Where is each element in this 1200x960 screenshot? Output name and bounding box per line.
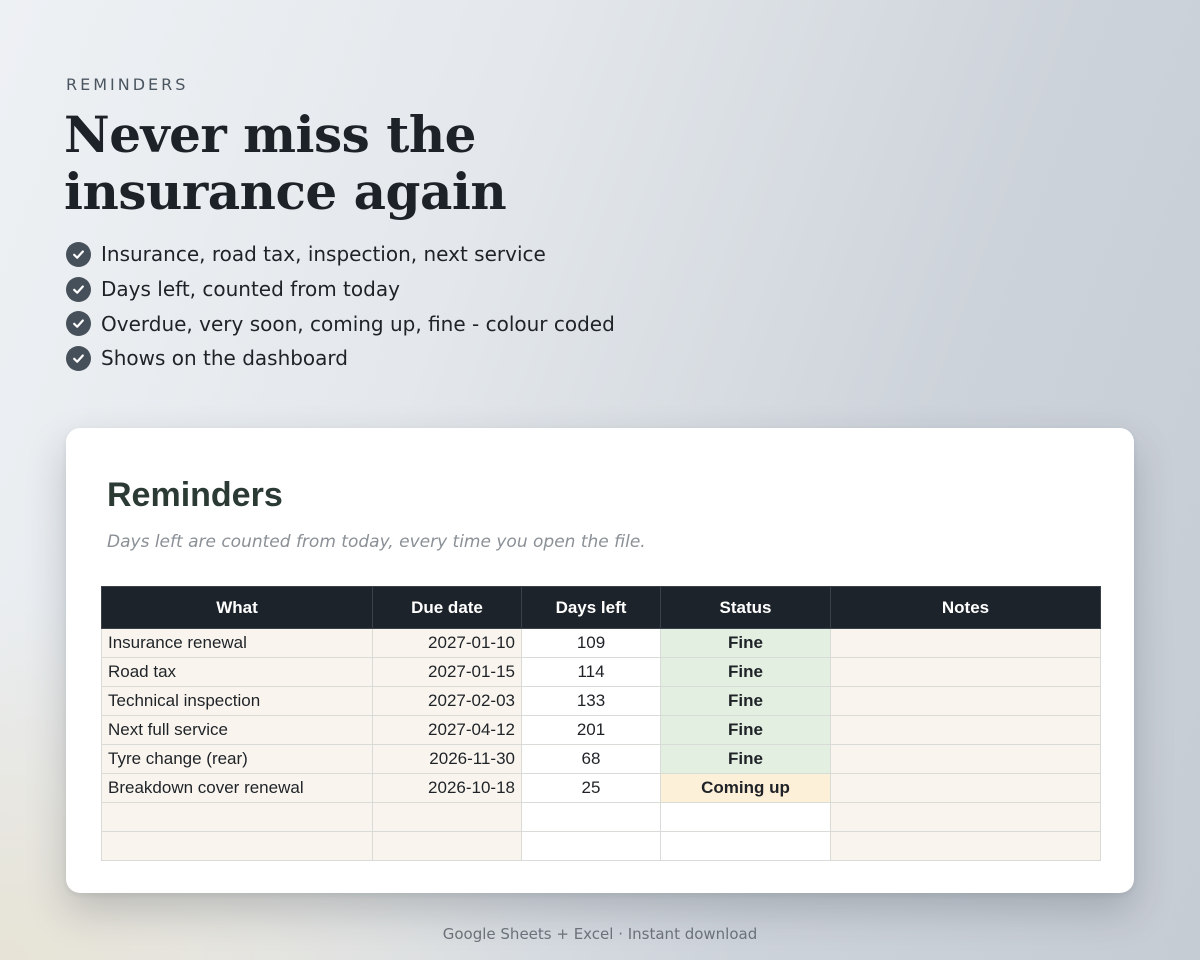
- cell-what[interactable]: Breakdown cover renewal: [101, 773, 373, 803]
- table-row: Technical inspection 2027-02-03 133 Fine: [101, 686, 1101, 716]
- cell-due-date[interactable]: 2026-10-18: [372, 773, 522, 803]
- cell-status[interactable]: Fine: [660, 715, 831, 745]
- column-header-days-left[interactable]: Days left: [521, 586, 661, 629]
- cell-status[interactable]: Fine: [660, 686, 831, 716]
- eyebrow-label: REMINDERS: [66, 75, 189, 94]
- feature-text: Days left, counted from today: [101, 277, 400, 302]
- headline: Never miss the insurance again: [64, 106, 764, 220]
- cell-days-left[interactable]: [521, 831, 661, 861]
- cell-days-left[interactable]: [521, 802, 661, 832]
- cell-notes[interactable]: [830, 686, 1101, 716]
- footer-text: Google Sheets + Excel · Instant download: [442, 925, 758, 943]
- cell-what[interactable]: Tyre change (rear): [101, 744, 373, 774]
- headline-line-2: insurance again: [64, 162, 507, 221]
- table-row: Road tax 2027-01-15 114 Fine: [101, 657, 1101, 687]
- feature-item: Insurance, road tax, inspection, next se…: [66, 237, 615, 272]
- cell-due-date[interactable]: [372, 831, 522, 861]
- cell-due-date[interactable]: 2027-01-10: [372, 628, 522, 658]
- table-row: Insurance renewal 2027-01-10 109 Fine: [101, 628, 1101, 658]
- feature-text: Shows on the dashboard: [101, 346, 348, 371]
- cell-what[interactable]: Road tax: [101, 657, 373, 687]
- cell-what[interactable]: [101, 802, 373, 832]
- feature-item: Days left, counted from today: [66, 272, 615, 307]
- cell-due-date[interactable]: 2027-02-03: [372, 686, 522, 716]
- cell-notes[interactable]: [830, 744, 1101, 774]
- cell-days-left[interactable]: 201: [521, 715, 661, 745]
- cell-status[interactable]: [660, 831, 831, 861]
- check-circle-icon: [66, 241, 91, 267]
- cell-days-left[interactable]: 133: [521, 686, 661, 716]
- table-row: Breakdown cover renewal 2026-10-18 25 Comin…: [101, 773, 1101, 803]
- cell-notes[interactable]: [830, 657, 1101, 687]
- cell-status[interactable]: Coming up: [660, 773, 831, 803]
- cell-days-left[interactable]: 68: [521, 744, 661, 774]
- cell-what[interactable]: Technical inspection: [101, 686, 373, 716]
- table-row: [101, 802, 1101, 832]
- reminders-card: Reminders Days left are counted from tod…: [66, 428, 1134, 893]
- column-header-what[interactable]: What: [101, 586, 373, 629]
- check-circle-icon: [66, 276, 91, 302]
- card-title: Reminders: [107, 476, 283, 514]
- cell-what[interactable]: Insurance renewal: [101, 628, 373, 658]
- table-header-row: What Due date Days left Status Notes: [101, 586, 1101, 629]
- cell-status[interactable]: Fine: [660, 628, 831, 658]
- column-header-notes[interactable]: Notes: [830, 586, 1101, 629]
- cell-due-date[interactable]: 2026-11-30: [372, 744, 522, 774]
- cell-notes[interactable]: [830, 802, 1101, 832]
- headline-line-1: Never miss the: [64, 105, 477, 164]
- table-row: [101, 831, 1101, 861]
- cell-status[interactable]: Fine: [660, 744, 831, 774]
- column-header-due-date[interactable]: Due date: [372, 586, 522, 629]
- feature-item: Overdue, very soon, coming up, fine - co…: [66, 306, 615, 341]
- cell-notes[interactable]: [830, 715, 1101, 745]
- table-row: Next full service 2027-04-12 201 Fine: [101, 715, 1101, 745]
- cell-days-left[interactable]: 114: [521, 657, 661, 687]
- card-subtitle: Days left are counted from today, every …: [107, 532, 646, 552]
- cell-days-left[interactable]: 25: [521, 773, 661, 803]
- table-row: Tyre change (rear) 2026-11-30 68 Fine: [101, 744, 1101, 774]
- cell-status[interactable]: [660, 802, 831, 832]
- cell-notes[interactable]: [830, 831, 1101, 861]
- cell-due-date[interactable]: 2027-04-12: [372, 715, 522, 745]
- cell-what[interactable]: Next full service: [101, 715, 373, 745]
- cell-due-date[interactable]: 2027-01-15: [372, 657, 522, 687]
- cell-notes[interactable]: [830, 628, 1101, 658]
- check-circle-icon: [66, 345, 91, 371]
- cell-due-date[interactable]: [372, 802, 522, 832]
- feature-list: Insurance, road tax, inspection, next se…: [66, 237, 615, 376]
- feature-item: Shows on the dashboard: [66, 341, 615, 376]
- cell-status[interactable]: Fine: [660, 657, 831, 687]
- cell-notes[interactable]: [830, 773, 1101, 803]
- cell-days-left[interactable]: 109: [521, 628, 661, 658]
- check-circle-icon: [66, 311, 91, 337]
- reminders-table: What Due date Days left Status Notes Ins…: [101, 586, 1101, 861]
- feature-text: Overdue, very soon, coming up, fine - co…: [101, 311, 615, 336]
- feature-text: Insurance, road tax, inspection, next se…: [101, 242, 546, 267]
- column-header-status[interactable]: Status: [660, 586, 831, 629]
- cell-what[interactable]: [101, 831, 373, 861]
